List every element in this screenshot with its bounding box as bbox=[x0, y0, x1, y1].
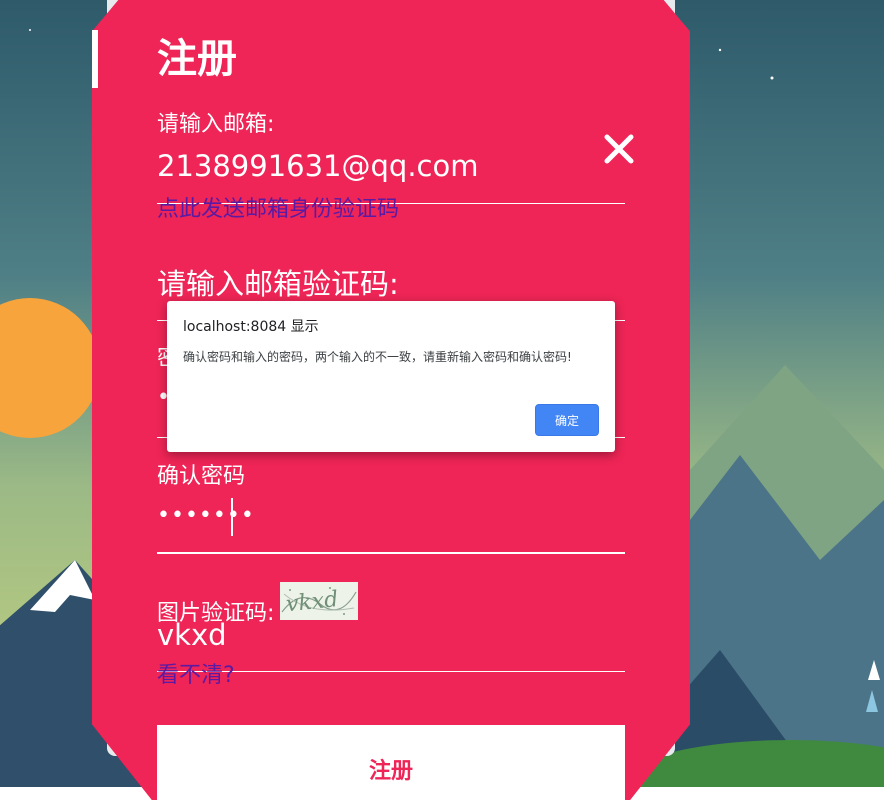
confirm-password-underline bbox=[157, 552, 625, 554]
dialog-ok-button[interactable]: 确定 bbox=[535, 404, 599, 436]
close-button[interactable] bbox=[600, 130, 638, 168]
email-input[interactable]: 2138991631@qq.com bbox=[157, 148, 478, 184]
dialog-title: localhost:8084 显示 bbox=[183, 319, 319, 335]
captcha-image[interactable]: vkxd bbox=[280, 582, 358, 620]
title-accent-bar bbox=[92, 30, 98, 88]
confirm-password-label: 确认密码 bbox=[157, 464, 246, 489]
text-caret bbox=[231, 498, 233, 536]
dialog-message: 确认密码和输入的密码，两个输入的不一致，请重新输入密码和确认密码! bbox=[183, 350, 572, 364]
captcha-graphic: vkxd bbox=[280, 582, 358, 620]
send-email-code-link[interactable]: 点此发送邮箱身份验证码 bbox=[157, 196, 399, 224]
confirm-password-input[interactable]: ••••••• bbox=[157, 500, 255, 532]
alert-dialog: localhost:8084 显示 确认密码和输入的密码，两个输入的不一致，请重… bbox=[167, 301, 615, 452]
refresh-captcha-link[interactable]: 看不清? bbox=[157, 662, 235, 690]
page-title: 注册 bbox=[157, 36, 237, 82]
email-label: 请输入邮箱: bbox=[157, 112, 275, 137]
register-button-label: 注册 bbox=[368, 759, 413, 784]
register-button[interactable]: 注册 bbox=[157, 725, 625, 805]
captcha-input[interactable]: vkxd bbox=[157, 617, 227, 653]
email-code-label: 请输入邮箱验证码: bbox=[157, 267, 399, 301]
close-icon bbox=[604, 134, 634, 164]
